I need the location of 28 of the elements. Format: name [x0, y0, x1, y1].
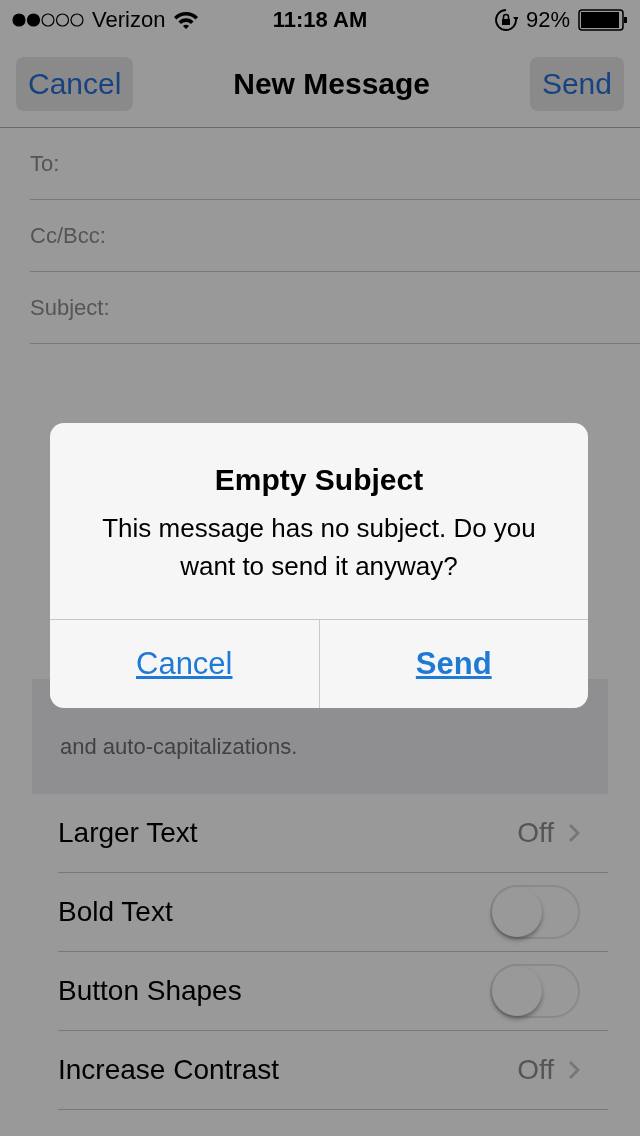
- cancel-button[interactable]: Cancel: [16, 56, 134, 111]
- toggle-switch[interactable]: [490, 885, 580, 939]
- send-button[interactable]: Send: [529, 56, 624, 111]
- rotation-lock-icon: [493, 8, 518, 32]
- battery-icon: [578, 9, 628, 31]
- toggle-switch[interactable]: [490, 964, 580, 1018]
- wifi-icon: [173, 10, 200, 30]
- alert-message: This message has no subject. Do you want to send it anyway?: [101, 512, 537, 583]
- cancel-button[interactable]: Cancel: [50, 620, 319, 708]
- screen-title: New Message: [233, 66, 431, 101]
- field-label: To:: [30, 150, 60, 177]
- setting-value: Off: [517, 1054, 554, 1086]
- setting-label: Larger Text: [58, 817, 199, 849]
- chevron-icon: [568, 823, 580, 843]
- chevron-icon: [568, 1060, 580, 1080]
- battery-percent: 92%: [525, 7, 570, 33]
- setting-label: Button Shapes: [58, 975, 243, 1007]
- field-label: Cc/Bcc:: [30, 222, 106, 249]
- setting-label: Bold Text: [58, 896, 174, 928]
- clock-time: 11:18 AM: [272, 7, 368, 33]
- field-label: Subject:: [30, 294, 110, 321]
- setting-label: Increase Contrast: [58, 1054, 280, 1086]
- signal-icon: [12, 13, 84, 27]
- footer-text: and auto-capitalizations.: [60, 734, 298, 760]
- alert-title: Empty Subject: [213, 463, 425, 497]
- carrier-name: Verizon: [92, 7, 166, 33]
- send-button[interactable]: Send: [318, 620, 588, 708]
- setting-value: Off: [517, 817, 554, 849]
